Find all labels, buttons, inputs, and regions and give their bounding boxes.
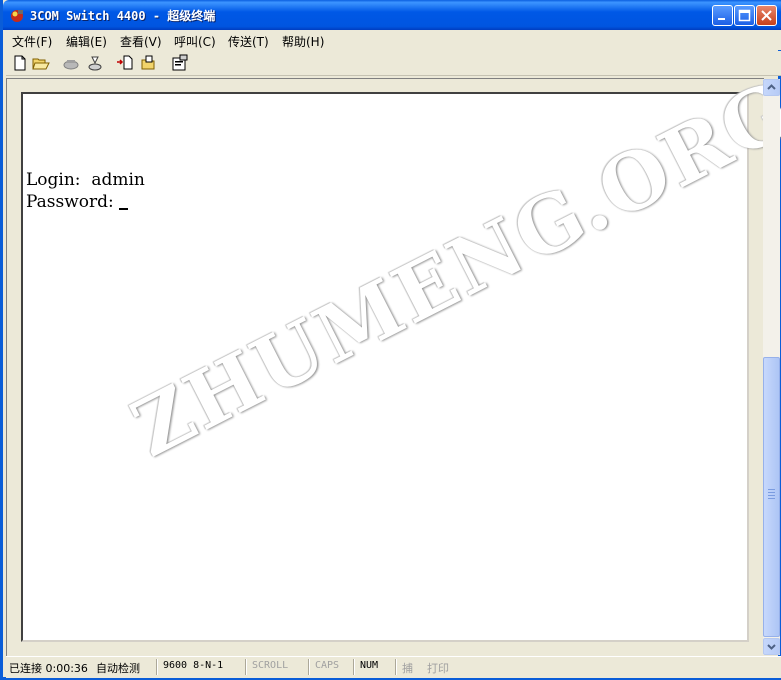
- minimize-button[interactable]: [712, 5, 733, 26]
- status-caps: CAPS: [315, 660, 340, 671]
- window-title: 3COM Switch 4400 - 超级终端: [30, 9, 216, 23]
- title-bar[interactable]: 3COM Switch 4400 - 超级终端: [3, 0, 781, 30]
- receive-icon[interactable]: [140, 54, 158, 72]
- status-scroll: SCROLL: [252, 660, 289, 671]
- open-icon[interactable]: [32, 54, 50, 72]
- toolbar: [6, 51, 781, 76]
- menu-file[interactable]: 文件(F): [12, 33, 52, 50]
- maximize-icon: [738, 9, 751, 22]
- app-window: 3COM Switch 4400 - 超级终端 文件(F) 编辑(E) 查看(V…: [0, 0, 781, 680]
- status-num: NUM: [360, 660, 379, 671]
- menu-help[interactable]: 帮助(H): [282, 33, 324, 50]
- watermark: ZHUMENG.ORG: [118, 63, 781, 476]
- text-cursor: [119, 208, 129, 210]
- status-bar: 已连接 0:00:36 自动检测 9600 8-N-1 SCROLL CAPS …: [6, 656, 781, 678]
- scroll-down-button[interactable]: [763, 638, 780, 655]
- status-detect: 自动检测: [96, 662, 140, 675]
- status-print: 打印: [427, 662, 449, 675]
- close-button[interactable]: [756, 5, 777, 26]
- password-prompt: Password:: [26, 192, 120, 212]
- new-icon[interactable]: [11, 54, 29, 72]
- disconnect-icon[interactable]: [86, 54, 104, 72]
- terminal-line-login: Login: admin: [26, 170, 145, 190]
- properties-icon[interactable]: [171, 54, 189, 72]
- hyperterminal-icon[interactable]: [9, 7, 25, 23]
- status-capture: 捕: [402, 662, 413, 675]
- minimize-icon: [718, 18, 725, 20]
- menu-edit[interactable]: 编辑(E): [66, 33, 107, 50]
- menu-view[interactable]: 查看(V): [120, 33, 162, 50]
- vertical-scrollbar[interactable]: [763, 79, 780, 655]
- close-icon: [761, 10, 772, 21]
- scroll-up-button[interactable]: [763, 79, 780, 96]
- status-connection: 已连接 0:00:36: [9, 662, 88, 675]
- terminal-line-password: Password:: [26, 192, 129, 212]
- send-icon[interactable]: [116, 54, 134, 72]
- maximize-button[interactable]: [734, 5, 755, 26]
- menu-call[interactable]: 呼叫(C): [174, 33, 216, 50]
- arrow-down-icon: [767, 644, 776, 650]
- scroll-thumb[interactable]: [763, 357, 780, 637]
- terminal-screen[interactable]: Login: admin Password: ZHUMENG.ORG: [21, 63, 781, 642]
- menu-bar: 文件(F) 编辑(E) 查看(V) 呼叫(C) 传送(T) 帮助(H): [6, 30, 781, 50]
- arrow-up-icon: [767, 84, 776, 90]
- menu-transfer[interactable]: 传送(T): [228, 33, 269, 50]
- status-port-settings: 9600 8-N-1: [163, 660, 224, 671]
- dial-icon[interactable]: [62, 54, 80, 72]
